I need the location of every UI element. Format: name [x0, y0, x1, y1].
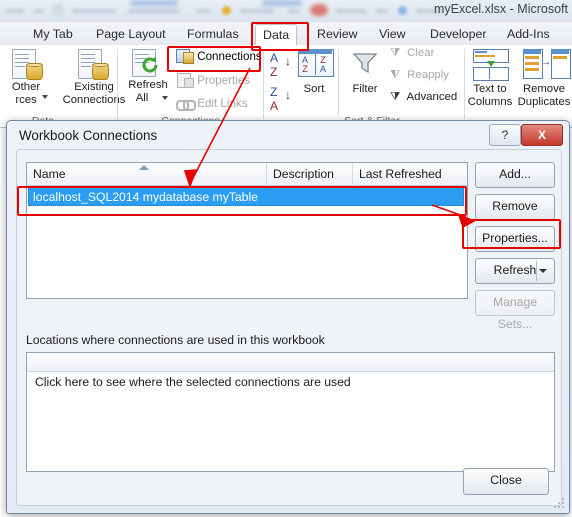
- properties-icon: [176, 73, 194, 88]
- add-button[interactable]: Add...: [475, 162, 555, 188]
- help-button[interactable]: ?: [489, 124, 521, 146]
- manage-sets-button: Manage Sets...: [475, 290, 555, 331]
- close-button[interactable]: Close: [463, 468, 549, 495]
- tab-data[interactable]: Data: [255, 24, 298, 46]
- edit-links-button: Edit Links: [176, 97, 248, 111]
- reapply-icon: ⧨: [390, 69, 401, 81]
- tab-page-layout[interactable]: Page Layout: [89, 24, 173, 44]
- ribbon: My Tab Page Layout Formulas Data Review …: [0, 22, 572, 128]
- remove-duplicates-label-2: Duplicates: [517, 96, 571, 108]
- reapply-label: Reapply: [407, 69, 449, 81]
- advanced-icon: ⧩: [390, 91, 401, 103]
- resize-grip[interactable]: [554, 498, 566, 510]
- refresh-icon: [142, 56, 158, 73]
- tab-review[interactable]: Review: [310, 24, 365, 44]
- column-header-last-refreshed[interactable]: Last Refreshed: [353, 163, 467, 185]
- properties-ribbon-button: Properties: [176, 73, 251, 88]
- text-to-columns-label-1: Text to: [473, 83, 507, 95]
- advanced-label: Advanced: [406, 91, 458, 103]
- column-header-description[interactable]: Description: [267, 163, 353, 185]
- properties-button[interactable]: Properties...: [475, 226, 555, 252]
- connections-icon: [176, 49, 194, 64]
- tab-my-tab[interactable]: My Tab: [26, 24, 80, 44]
- connection-name: localhost_SQL2014 mydatabase myTable: [33, 190, 258, 204]
- tab-formulas[interactable]: Formulas: [180, 24, 246, 44]
- tab-developer[interactable]: Developer: [423, 24, 493, 44]
- dialog-title: Workbook Connections: [19, 128, 158, 143]
- window-title: myExcel.xlsx - Microsoft: [433, 2, 568, 16]
- remove-button[interactable]: Remove: [475, 194, 555, 220]
- browser-tab-strip: myExcel.xlsx - Microsoft: [0, 0, 572, 22]
- ribbon-group-connections: Refresh All Connections Properties Edit …: [118, 45, 263, 127]
- from-other-sources-label-1: Other: [11, 81, 41, 93]
- connections-list-header: Name Description Last Refreshed: [27, 163, 467, 186]
- ribbon-group-sort-filter: AZ ↓ ZA ↓ AZ ZA Sort Filter ⧩ Clear ⧨ Re…: [264, 45, 464, 127]
- table-row[interactable]: localhost_SQL2014 mydatabase myTable: [28, 187, 464, 206]
- dialog-body: Name Description Last Refreshed localhos…: [16, 149, 562, 506]
- chevron-down-icon[interactable]: [42, 95, 48, 99]
- ribbon-group-data: Other rces Existing Connections Data: [0, 45, 125, 127]
- edit-links-label: Edit Links: [197, 97, 248, 110]
- chevron-down-icon: [539, 269, 547, 273]
- sort-ascending-icon[interactable]: AZ ↓: [270, 51, 291, 79]
- group-divider-3: [338, 49, 339, 115]
- filter-icon: [352, 53, 378, 74]
- text-to-columns-label-2: Columns: [467, 96, 513, 108]
- locations-label: Locations where connections are used in …: [26, 333, 325, 347]
- refresh-all-label-1: Refresh: [128, 79, 168, 91]
- from-other-sources-label-2: rces: [15, 94, 37, 106]
- sort-ascending-icon: [139, 165, 149, 170]
- remove-duplicates-label-1: Remove: [522, 83, 566, 95]
- connections-button[interactable]: Connections: [176, 49, 262, 64]
- link-icon: [176, 97, 196, 111]
- ribbon-group-data-tools: Text to Columns → Remove Duplicates: [465, 45, 572, 127]
- reapply-button: ⧨ Reapply: [390, 69, 449, 82]
- tab-add-ins[interactable]: Add-Ins: [500, 24, 557, 44]
- clear-icon: ⧩: [390, 47, 401, 59]
- excel-window: myExcel.xlsx - Microsoft My Tab Page Lay…: [0, 0, 572, 517]
- locations-hint-text[interactable]: Click here to see where the selected con…: [35, 375, 351, 389]
- properties-ribbon-label: Properties: [197, 74, 251, 87]
- ribbon-body: Other rces Existing Connections Data: [0, 45, 572, 127]
- close-window-button[interactable]: X: [521, 124, 563, 146]
- chevron-down-icon[interactable]: [162, 96, 168, 100]
- advanced-button[interactable]: ⧩ Advanced: [390, 91, 457, 104]
- connections-list[interactable]: Name Description Last Refreshed localhos…: [26, 162, 468, 299]
- sort-label: Sort: [303, 83, 325, 95]
- clear-label: Clear: [407, 47, 435, 59]
- workbook-connections-dialog: Workbook Connections ? X Name Descriptio…: [6, 120, 570, 514]
- locations-list-header: [27, 353, 554, 372]
- ribbon-tab-bar: My Tab Page Layout Formulas Data Review …: [0, 22, 572, 46]
- clear-button: ⧩ Clear: [390, 47, 434, 60]
- filter-label: Filter: [352, 83, 378, 95]
- connections-label: Connections: [197, 50, 262, 63]
- locations-list[interactable]: Click here to see where the selected con…: [26, 352, 555, 472]
- sort-descending-icon[interactable]: ZA ↓: [270, 85, 291, 113]
- refresh-button[interactable]: Refresh: [475, 258, 555, 284]
- tab-view[interactable]: View: [372, 24, 413, 44]
